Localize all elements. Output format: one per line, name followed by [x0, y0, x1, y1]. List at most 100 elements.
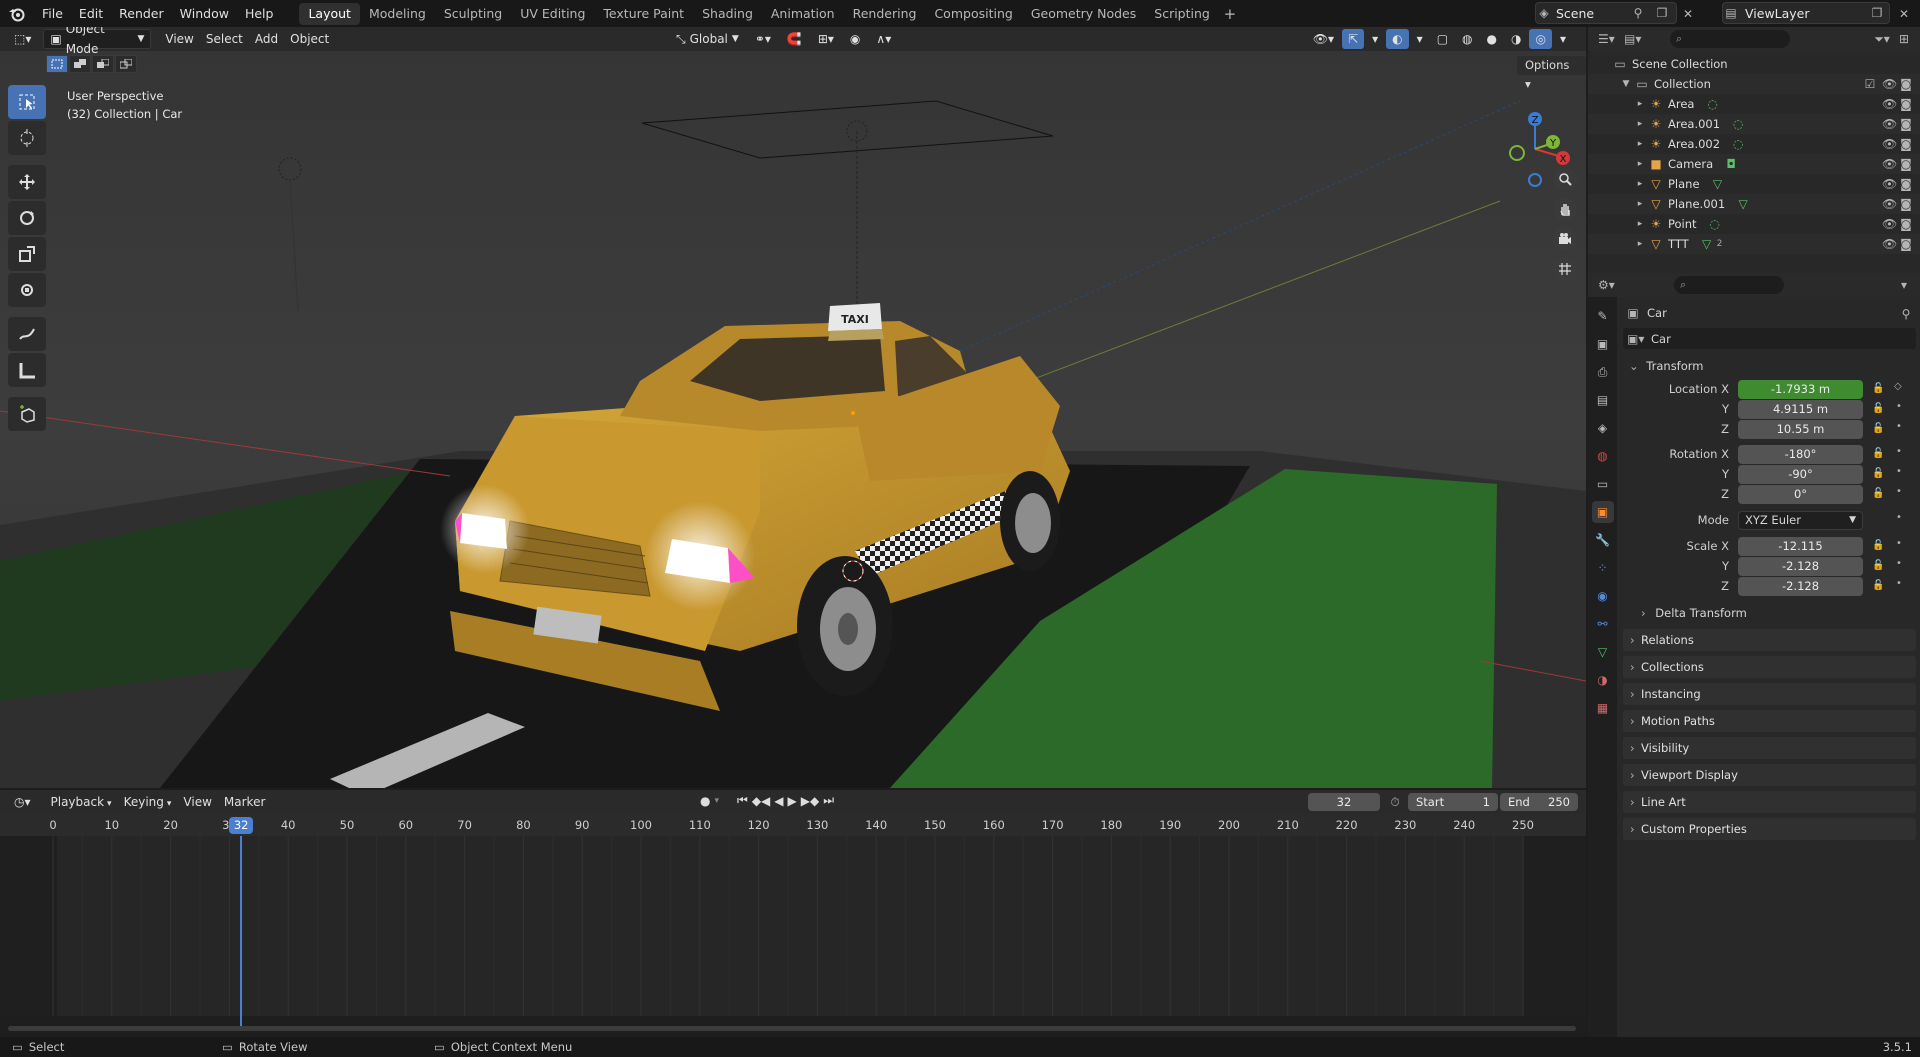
close-scene-icon[interactable]: ✕	[1680, 6, 1696, 22]
pan-hand-icon[interactable]	[1553, 197, 1577, 221]
rotation-mode-dropdown[interactable]: XYZ Euler ▼	[1738, 511, 1863, 530]
eye-icon[interactable]: 👁	[1882, 136, 1897, 152]
eye-icon[interactable]: 👁	[1882, 216, 1897, 232]
select-box-tool-icon[interactable]	[8, 85, 46, 119]
eye-icon[interactable]: 👁	[1882, 236, 1897, 252]
render-camera-icon[interactable]: ◙	[1900, 76, 1912, 92]
eye-icon[interactable]: 👁	[1882, 96, 1897, 112]
eye-icon[interactable]: 👁	[1882, 76, 1897, 92]
menu-file[interactable]: File	[34, 3, 71, 25]
scale-x-field[interactable]: -12.115	[1738, 537, 1863, 556]
timeline-menu-playback[interactable]: Playback ▾	[45, 792, 118, 812]
object-tab-icon[interactable]: ▣	[1591, 501, 1614, 523]
camera-view-icon[interactable]	[1553, 227, 1577, 251]
keyframe-dot-icon[interactable]: •	[1896, 446, 1902, 457]
delta-transform-subpanel[interactable]: › Delta Transform	[1635, 602, 1916, 624]
keyframe-dot-icon[interactable]: •	[1896, 512, 1902, 523]
viewport-menu-add[interactable]: Add	[249, 29, 284, 49]
keyframe-dot-icon[interactable]: •	[1896, 486, 1902, 497]
object-name-field[interactable]: ▣▾ Car	[1623, 328, 1916, 349]
annotate-tool-icon[interactable]	[8, 317, 46, 351]
scale-y-field[interactable]: -2.128	[1738, 557, 1863, 576]
view-layer-selector[interactable]: ▤ ViewLayer ❐	[1722, 2, 1890, 24]
expand-arrow-icon[interactable]: ▸	[1632, 196, 1648, 212]
editor-type-icon[interactable]: ⬚▾	[8, 29, 37, 49]
location-y-field[interactable]: 4.9115 m	[1738, 400, 1863, 419]
measure-tool-icon[interactable]	[8, 353, 46, 387]
material-shading-icon[interactable]: ◑	[1505, 29, 1527, 49]
panel-line-art[interactable]: Line Art	[1623, 791, 1916, 813]
location-x-field[interactable]: -1.7933 m	[1738, 380, 1863, 399]
timeline-scrollbar[interactable]	[8, 1026, 1576, 1031]
tab-layout[interactable]: Layout	[299, 2, 360, 25]
outliner-item[interactable]: ▸ ☀ Area.002 ◌ 👁 ◙	[1588, 134, 1920, 154]
rotation-y-field[interactable]: -90°	[1738, 465, 1863, 484]
render-camera-icon[interactable]: ◙	[1900, 136, 1912, 152]
lock-icon[interactable]: 🔓	[1872, 540, 1884, 551]
view-layer-tab-icon[interactable]: ▤	[1592, 389, 1614, 411]
transform-panel-header[interactable]: ⌄ Transform	[1623, 355, 1916, 377]
lock-icon[interactable]: 🔓	[1872, 448, 1884, 459]
modifier-tab-icon[interactable]: 🔧	[1592, 529, 1614, 551]
viewport-menu-select[interactable]: Select	[200, 29, 249, 49]
pin-icon[interactable]: ⚲	[1630, 5, 1646, 21]
expand-arrow-icon[interactable]: ▸	[1632, 156, 1648, 172]
eye-icon[interactable]: 👁	[1882, 176, 1897, 192]
gizmo-icon[interactable]: ⇱	[1342, 29, 1365, 49]
expand-arrow-icon[interactable]: ▸	[1632, 116, 1648, 132]
select-new-icon[interactable]	[46, 55, 68, 73]
overlay-icon[interactable]: ◐	[1386, 29, 1409, 49]
move-tool-icon[interactable]	[8, 165, 46, 199]
add-cube-tool-icon[interactable]	[8, 397, 46, 431]
menu-window[interactable]: Window	[172, 3, 237, 25]
ortho-grid-icon[interactable]	[1553, 257, 1577, 281]
orientation-dropdown[interactable]: ⤡ Global ▼	[670, 29, 745, 49]
render-camera-icon[interactable]: ◙	[1900, 216, 1912, 232]
playhead-frame-marker[interactable]: 32	[229, 817, 254, 834]
material-tab-icon[interactable]: ◑	[1592, 669, 1614, 691]
data-tab-icon[interactable]: ▽	[1592, 641, 1614, 663]
end-frame-field[interactable]: End 250	[1500, 793, 1578, 811]
render-camera-icon[interactable]: ◙	[1900, 96, 1912, 112]
solid-shading-icon[interactable]: ●	[1481, 29, 1503, 49]
transform-tool-icon[interactable]	[8, 273, 46, 307]
rotation-z-field[interactable]: 0°	[1738, 485, 1863, 504]
wireframe-shading-icon[interactable]: ◍	[1456, 29, 1478, 49]
shading-dropdown-icon[interactable]: ▾	[1554, 29, 1572, 49]
tab-scripting[interactable]: Scripting	[1145, 3, 1219, 25]
zoom-icon[interactable]	[1553, 167, 1577, 191]
timeline-menu-view[interactable]: View	[177, 792, 217, 812]
stopwatch-icon[interactable]: ⏱	[1387, 794, 1403, 810]
lock-icon[interactable]: 🔓	[1872, 560, 1884, 571]
texture-tab-icon[interactable]: ▦	[1592, 697, 1614, 719]
outliner-item[interactable]: ▸ ■ Camera ◘ 👁 ◙	[1588, 154, 1920, 174]
checkbox-icon[interactable]: ☑	[1864, 76, 1876, 92]
play-reverse-icon[interactable]: ◀	[774, 794, 783, 808]
tab-uv-editing[interactable]: UV Editing	[511, 3, 594, 25]
panel-motion-paths[interactable]: Motion Paths	[1623, 710, 1916, 732]
3d-viewport[interactable]: ⬚▾ ▣ Object Mode ▼ View Select Add Object ⤡…	[0, 27, 1586, 788]
expand-arrow-icon[interactable]: ▸	[1632, 136, 1648, 152]
pivot-icon[interactable]: ⚭▾	[749, 29, 777, 49]
scale-z-field[interactable]: -2.128	[1738, 577, 1863, 596]
close-view-layer-icon[interactable]: ✕	[1896, 6, 1912, 22]
scene-selector[interactable]: ◈ Scene ⚲ ❐	[1535, 2, 1677, 24]
tool-tab-icon[interactable]: ✎	[1592, 305, 1614, 327]
play-icon[interactable]: ▶	[788, 794, 797, 808]
panel-relations[interactable]: Relations	[1623, 629, 1916, 651]
display-mode-icon[interactable]: ▤▾	[1624, 31, 1641, 47]
outliner-item[interactable]: ▸ ▽ Plane ▽ 👁 ◙	[1588, 174, 1920, 194]
add-workspace-icon[interactable]: +	[1219, 5, 1241, 23]
lock-icon[interactable]: 🔓	[1872, 488, 1884, 499]
tab-modeling[interactable]: Modeling	[360, 3, 435, 25]
tab-geometry-nodes[interactable]: Geometry Nodes	[1022, 3, 1145, 25]
lock-icon[interactable]: 🔓	[1872, 403, 1884, 414]
scene-render[interactable]: TAXI Z X Y	[0, 51, 1586, 788]
select-subtract-icon[interactable]	[92, 55, 114, 73]
outliner-item[interactable]: ▸ ▽ Plane.001 ▽ 👁 ◙	[1588, 194, 1920, 214]
record-icon[interactable]: ●	[700, 794, 710, 808]
filter-icon[interactable]: ⏷▾	[1874, 31, 1890, 47]
menu-edit[interactable]: Edit	[71, 3, 111, 25]
keyframe-diamond-icon[interactable]: ◇	[1894, 381, 1902, 392]
outliner-item[interactable]: ▸ ☀ Area ◌ 👁 ◙	[1588, 94, 1920, 114]
